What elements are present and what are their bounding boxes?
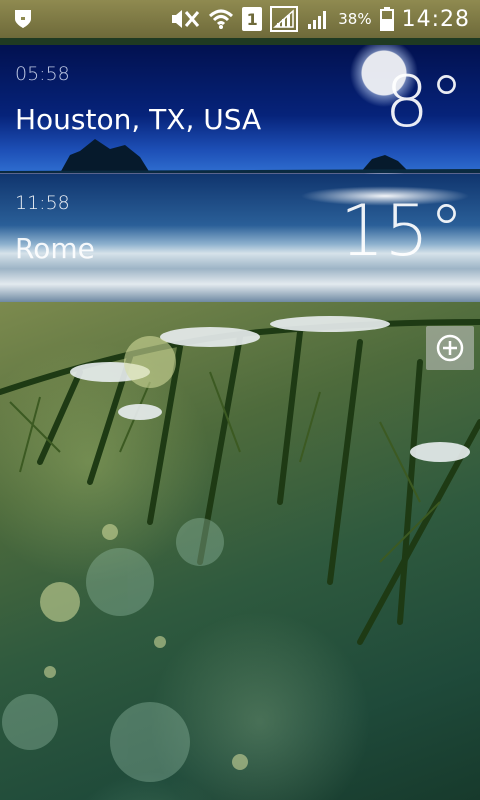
city-local-time: 11:58 bbox=[15, 192, 70, 214]
signal-icon bbox=[270, 6, 299, 32]
battery-icon bbox=[379, 7, 394, 31]
city-name: Houston, TX, USA bbox=[15, 103, 262, 136]
signal-icon bbox=[306, 8, 330, 30]
status-bar: 1 38% 14:28 bbox=[0, 0, 480, 38]
status-time: 14:28 bbox=[401, 6, 470, 32]
city-name: Rome bbox=[15, 232, 95, 265]
city-card-rome[interactable]: 11:58 Rome 15° bbox=[0, 174, 480, 303]
city-card-houston[interactable]: 05:58 Houston, TX, USA 8° bbox=[0, 45, 480, 174]
city-local-time: 05:58 bbox=[15, 63, 70, 85]
wifi-icon bbox=[208, 8, 234, 30]
mute-icon bbox=[170, 8, 200, 30]
city-temperature: 8° bbox=[384, 61, 464, 143]
sim-icon: 1 bbox=[242, 7, 263, 31]
pine-branch-illustration bbox=[0, 316, 480, 782]
city-temperature: 15° bbox=[339, 190, 464, 272]
plus-circle-icon bbox=[435, 333, 465, 363]
add-city-button[interactable] bbox=[426, 326, 474, 370]
background-wallpaper bbox=[0, 302, 480, 800]
shield-icon bbox=[14, 9, 32, 29]
battery-percent: 38% bbox=[338, 10, 372, 28]
sim-slot-number: 1 bbox=[246, 9, 258, 29]
